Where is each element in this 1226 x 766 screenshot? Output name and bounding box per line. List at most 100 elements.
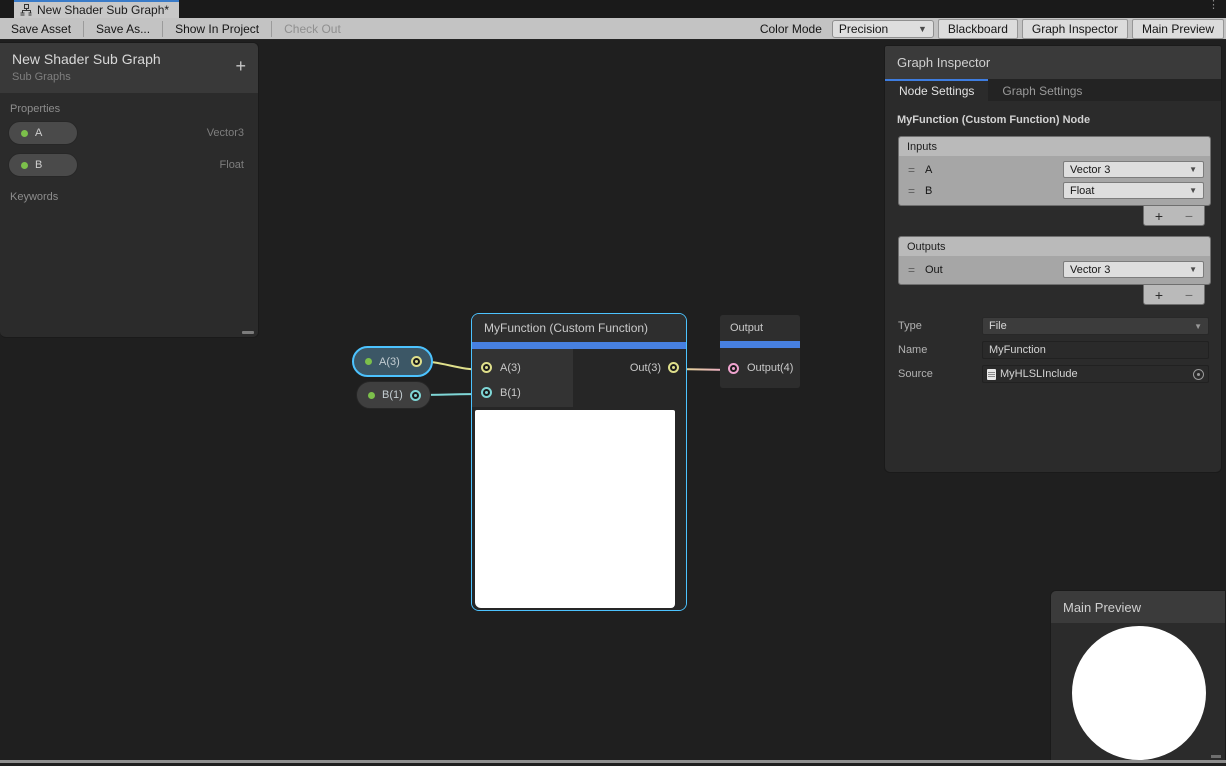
node-accent-bar bbox=[472, 342, 686, 349]
main-preview-toggle-button[interactable]: Main Preview bbox=[1132, 19, 1224, 39]
input-name: B bbox=[925, 185, 1055, 197]
port-vector3-icon[interactable] bbox=[668, 362, 679, 373]
inputs-list: Inputs = A Vector 3 ▼ = B Float ▼ bbox=[898, 136, 1211, 206]
output-node-port-label: Output(4) bbox=[747, 362, 793, 374]
window-bottom-edge bbox=[0, 760, 1226, 763]
property-row-a[interactable]: A Vector3 bbox=[0, 117, 258, 149]
drag-handle-icon[interactable]: = bbox=[905, 263, 917, 277]
remove-input-button[interactable]: − bbox=[1185, 209, 1193, 223]
port-vector3-icon[interactable] bbox=[481, 362, 492, 373]
drag-handle-icon[interactable]: = bbox=[905, 163, 917, 177]
output-node-port[interactable]: Output(4) bbox=[720, 348, 800, 388]
blackboard-panel: New Shader Sub Graph Sub Graphs + Proper… bbox=[0, 42, 259, 338]
output-node[interactable]: Output Output(4) bbox=[720, 315, 800, 388]
outputs-list: Outputs = Out Vector 3 ▼ bbox=[898, 236, 1211, 285]
graph-inspector-title[interactable]: Graph Inspector bbox=[885, 46, 1221, 79]
property-pill-a[interactable]: A bbox=[8, 121, 78, 145]
input-name: A bbox=[925, 164, 1055, 176]
input-type-dropdown[interactable]: Float ▼ bbox=[1063, 182, 1204, 199]
node-title[interactable]: MyFunction (Custom Function) bbox=[472, 314, 686, 342]
toolbar-separator bbox=[83, 21, 84, 37]
graph-canvas[interactable]: New Shader Sub Graph Sub Graphs + Proper… bbox=[0, 40, 1226, 763]
property-pill-b[interactable]: B bbox=[8, 153, 78, 177]
property-type: Float bbox=[220, 159, 244, 171]
inputs-row-a[interactable]: = A Vector 3 ▼ bbox=[903, 159, 1206, 180]
add-property-button[interactable]: + bbox=[235, 57, 246, 75]
output-ports-column: Out(3) bbox=[573, 349, 686, 407]
custom-function-fields: Type File ▼ Name MyFunction Source MyHLS… bbox=[898, 317, 1209, 383]
node-title[interactable]: Output bbox=[720, 315, 800, 341]
add-input-button[interactable]: + bbox=[1155, 209, 1163, 223]
color-mode-dropdown[interactable]: Precision ▼ bbox=[832, 20, 934, 38]
check-out-button: Check Out bbox=[273, 18, 352, 40]
keywords-section-label: Keywords bbox=[0, 181, 258, 205]
input-port-label: B(1) bbox=[500, 387, 521, 399]
port-float-icon[interactable] bbox=[481, 387, 492, 398]
input-type-value: Vector 3 bbox=[1070, 164, 1110, 176]
graph-inspector-panel: Graph Inspector Node Settings Graph Sett… bbox=[884, 45, 1222, 473]
node-port-area: A(3) B(1) Out(3) bbox=[472, 349, 686, 407]
output-port-label: Out(3) bbox=[630, 362, 661, 374]
graph-inspector-toggle-button[interactable]: Graph Inspector bbox=[1022, 19, 1128, 39]
port-float-icon[interactable] bbox=[410, 390, 421, 401]
name-value: MyFunction bbox=[989, 344, 1046, 356]
property-row-b[interactable]: B Float bbox=[0, 149, 258, 181]
drag-handle-icon[interactable]: = bbox=[905, 184, 917, 198]
property-type: Vector3 bbox=[207, 127, 244, 139]
exposed-dot-icon bbox=[365, 358, 372, 365]
output-port-out[interactable]: Out(3) bbox=[573, 355, 686, 380]
blackboard-header: New Shader Sub Graph Sub Graphs + bbox=[0, 43, 258, 93]
remove-output-button[interactable]: − bbox=[1185, 288, 1193, 302]
file-asset-icon bbox=[987, 369, 996, 380]
source-label: Source bbox=[898, 368, 982, 380]
input-port-label: A(3) bbox=[500, 362, 521, 374]
property-node-label: A(3) bbox=[379, 356, 404, 368]
save-asset-button[interactable]: Save Asset bbox=[0, 18, 82, 40]
property-node-a[interactable]: A(3) bbox=[352, 346, 433, 377]
inputs-list-body: = A Vector 3 ▼ = B Float ▼ bbox=[899, 156, 1210, 205]
toolbar-separator bbox=[271, 21, 272, 37]
custom-function-node[interactable]: MyFunction (Custom Function) A(3) B(1) O… bbox=[471, 313, 687, 611]
port-vector4-icon[interactable] bbox=[728, 363, 739, 374]
chevron-down-icon: ▼ bbox=[1189, 186, 1197, 195]
input-port-b[interactable]: B(1) bbox=[472, 380, 573, 405]
inputs-row-b[interactable]: = B Float ▼ bbox=[903, 180, 1206, 201]
document-tab[interactable]: New Shader Sub Graph* bbox=[14, 0, 179, 18]
main-preview-title[interactable]: Main Preview bbox=[1051, 591, 1225, 623]
blackboard-toggle-button[interactable]: Blackboard bbox=[938, 19, 1018, 39]
add-output-button[interactable]: + bbox=[1155, 288, 1163, 302]
blackboard-resize-handle[interactable] bbox=[242, 331, 254, 334]
main-preview-panel: Main Preview bbox=[1050, 590, 1226, 763]
show-in-project-button[interactable]: Show In Project bbox=[164, 18, 270, 40]
save-as-button[interactable]: Save As... bbox=[85, 18, 161, 40]
inspector-tabs: Node Settings Graph Settings bbox=[885, 79, 1221, 101]
output-type-dropdown[interactable]: Vector 3 ▼ bbox=[1063, 261, 1204, 278]
object-picker-icon[interactable] bbox=[1193, 369, 1204, 380]
property-node-b[interactable]: B(1) bbox=[356, 381, 431, 409]
port-vector3-icon[interactable] bbox=[411, 356, 422, 367]
output-name: Out bbox=[925, 264, 1055, 276]
tab-graph-settings[interactable]: Graph Settings bbox=[988, 79, 1096, 101]
input-type-dropdown[interactable]: Vector 3 ▼ bbox=[1063, 161, 1204, 178]
preview-sphere[interactable] bbox=[1072, 626, 1206, 760]
node-settings-heading: MyFunction (Custom Function) Node bbox=[885, 101, 1221, 136]
blackboard-subtitle: Sub Graphs bbox=[12, 71, 246, 83]
node-preview-area bbox=[472, 407, 686, 610]
main-preview-resize-handle[interactable] bbox=[1211, 755, 1221, 758]
chevron-down-icon: ▼ bbox=[1194, 322, 1202, 331]
document-tab-label: New Shader Sub Graph* bbox=[37, 3, 169, 17]
chevron-down-icon: ▼ bbox=[1189, 265, 1197, 274]
name-input[interactable]: MyFunction bbox=[982, 341, 1209, 359]
property-name: B bbox=[35, 159, 42, 171]
property-name: A bbox=[35, 127, 42, 139]
tab-node-settings[interactable]: Node Settings bbox=[885, 79, 988, 101]
input-port-a[interactable]: A(3) bbox=[472, 355, 573, 380]
overflow-menu-icon[interactable]: ⋮ bbox=[1208, 1, 1218, 9]
type-dropdown[interactable]: File ▼ bbox=[982, 317, 1209, 335]
node-accent-bar bbox=[720, 341, 800, 348]
outputs-list-footer: + − bbox=[898, 285, 1205, 305]
inputs-list-header: Inputs bbox=[899, 137, 1210, 156]
outputs-row-out[interactable]: = Out Vector 3 ▼ bbox=[903, 259, 1206, 280]
source-object-field[interactable]: MyHLSLInclude bbox=[982, 365, 1209, 383]
source-field-row: Source MyHLSLInclude bbox=[898, 365, 1209, 383]
